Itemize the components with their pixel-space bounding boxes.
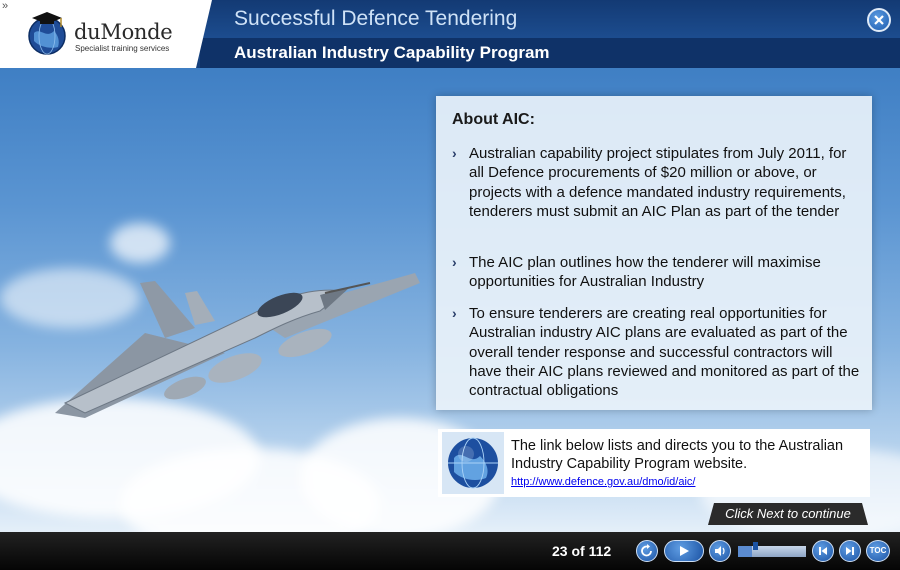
course-title: Successful Defence Tendering bbox=[234, 7, 518, 30]
previous-button[interactable] bbox=[812, 540, 834, 562]
fighter-jet-image bbox=[55, 273, 420, 418]
replay-button[interactable] bbox=[636, 540, 658, 562]
course-slide: » duMonde Specialist training services S… bbox=[0, 0, 900, 570]
bullet-text: To ensure tenderers are creating real op… bbox=[469, 305, 860, 400]
bullet-text: The AIC plan outlines how the tenderer w… bbox=[469, 254, 821, 291]
bullet-text: Australian capability project stipulates… bbox=[469, 145, 847, 220]
globe-logo-icon bbox=[28, 12, 66, 55]
close-button[interactable] bbox=[867, 8, 891, 32]
progress-fill bbox=[738, 546, 753, 557]
module-title: Australian Industry Capability Program bbox=[234, 43, 550, 62]
bullet-item: › Australian capability project stipulat… bbox=[452, 144, 862, 221]
globe-icon bbox=[442, 432, 504, 494]
volume-button[interactable] bbox=[709, 540, 731, 562]
close-icon bbox=[874, 15, 884, 25]
player-controls-bar: 23 of 112 TOC bbox=[0, 532, 900, 570]
next-button[interactable] bbox=[839, 540, 861, 562]
expand-menu-icon[interactable]: » bbox=[2, 1, 14, 13]
progress-bar[interactable] bbox=[738, 546, 806, 557]
brand-tagline: Specialist training services bbox=[75, 44, 170, 53]
bullet-item: › To ensure tenderers are creating real … bbox=[452, 304, 862, 400]
chevron-right-icon: › bbox=[452, 305, 457, 321]
brand-name: duMonde bbox=[74, 20, 173, 44]
previous-icon bbox=[819, 547, 827, 555]
replay-icon bbox=[641, 544, 652, 557]
about-aic-card: About AIC: › Australian capability proje… bbox=[436, 96, 872, 410]
link-card: The link below lists and directs you to … bbox=[438, 429, 870, 497]
chevron-right-icon: › bbox=[452, 145, 457, 161]
chevron-right-icon: › bbox=[452, 254, 457, 270]
play-button[interactable] bbox=[664, 540, 704, 562]
page-counter: 23 of 112 bbox=[552, 543, 612, 559]
progress-handle[interactable] bbox=[753, 542, 758, 550]
toc-icon: TOC bbox=[869, 546, 887, 555]
play-icon bbox=[680, 546, 689, 556]
next-callout: Click Next to continue bbox=[708, 503, 868, 525]
about-heading: About AIC: bbox=[452, 111, 535, 128]
next-icon bbox=[846, 547, 854, 555]
next-callout-text: Click Next to continue bbox=[725, 506, 851, 521]
bullet-item: › The AIC plan outlines how the tenderer… bbox=[452, 253, 862, 292]
volume-icon bbox=[715, 546, 725, 556]
link-description: The link below lists and directs you to … bbox=[511, 438, 844, 472]
aic-website-link[interactable]: http://www.defence.gov.au/dmo/id/aic/ bbox=[511, 476, 695, 488]
toc-button[interactable]: TOC bbox=[866, 540, 890, 562]
